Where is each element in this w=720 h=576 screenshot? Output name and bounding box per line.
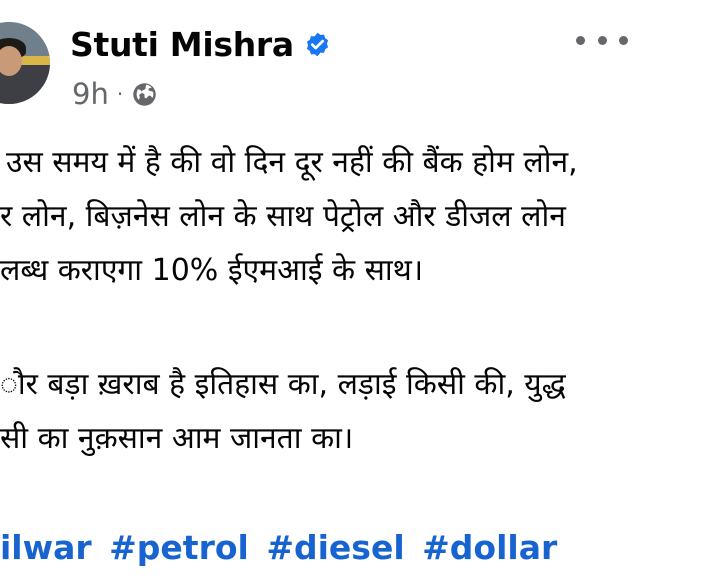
- avatar[interactable]: [0, 22, 50, 104]
- post-text-line: सी का नुक़सान आम जानता का।: [0, 421, 354, 456]
- hashtag-link[interactable]: ilwar: [0, 528, 92, 567]
- more-dot: [597, 35, 607, 45]
- globe-icon[interactable]: [131, 81, 158, 108]
- meta-separator: ·: [116, 82, 124, 106]
- post-text-line: ौर बड़ा ख़राब है इतिहास का, लड़ाई किसी क…: [0, 367, 566, 402]
- author-row: Stuti Mishra: [70, 22, 331, 66]
- verified-badge-icon: [306, 32, 328, 56]
- post-text-line: र लोन, बिज़नेस लोन के साथ पेट्रोल और डीज…: [0, 199, 566, 234]
- hashtag-link[interactable]: #petrol: [109, 528, 249, 567]
- post-text-line: लब्ध कराएगा 10% ईएमआई के साथ।: [0, 253, 424, 288]
- facebook-post: Stuti Mishra 9h · उस समय में है की वो दि…: [0, 0, 720, 576]
- hashtag-row: ilwar #petrol #diesel #dollar: [0, 526, 563, 570]
- post-text-line: उस समय में है की वो दिन दूर नहीं की बैंक…: [6, 145, 578, 180]
- hashtag-link[interactable]: #diesel: [266, 528, 404, 567]
- post-time[interactable]: 9h: [72, 77, 109, 111]
- more-dot: [619, 35, 628, 45]
- post-meta: 9h ·: [72, 76, 158, 112]
- more-options-icon[interactable]: [576, 26, 628, 54]
- hashtag-link[interactable]: #dollar: [422, 528, 557, 567]
- author-name[interactable]: Stuti Mishra: [70, 25, 294, 64]
- more-dot: [576, 35, 585, 45]
